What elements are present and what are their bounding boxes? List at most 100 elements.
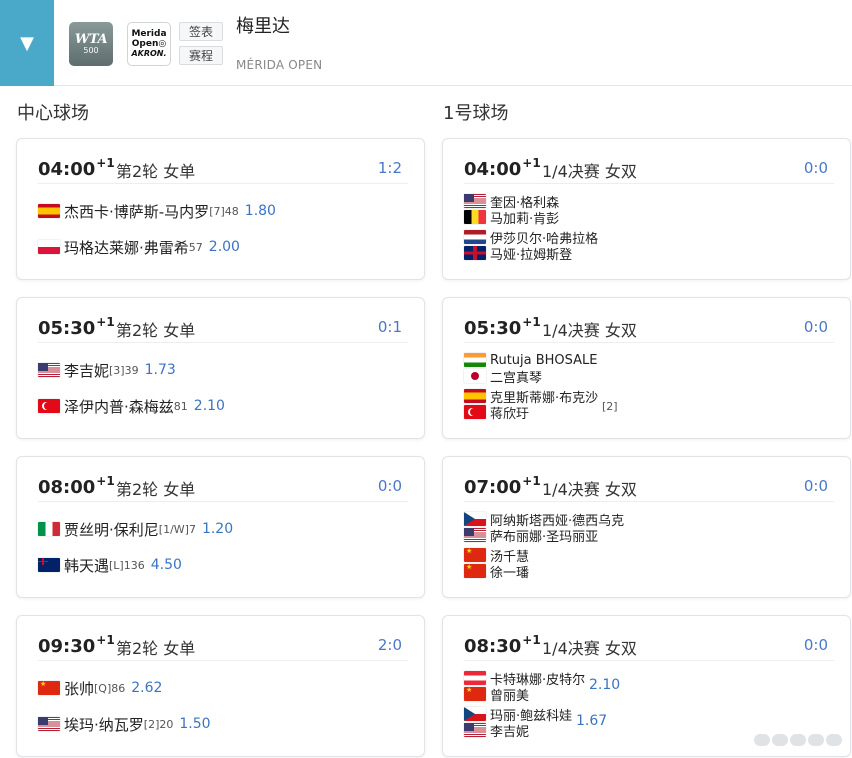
player-odds[interactable]: 4.50 — [151, 557, 182, 573]
match-score[interactable]: 0:0 — [804, 477, 828, 495]
flag-cz-icon — [464, 707, 486, 721]
team-player-row[interactable]: 曾丽美 — [464, 685, 529, 704]
player-seed: [Q] — [94, 681, 112, 695]
player-name[interactable]: 埃玛·纳瓦罗 — [64, 714, 144, 735]
player-name[interactable]: 贾丝明·保利尼 — [64, 519, 159, 540]
match-card[interactable]: 05:30+1 1/4决赛 女双 0:0 Rutuja BHOSALE 二宫真琴 克里斯蒂… — [442, 297, 851, 439]
match-score[interactable]: 0:0 — [378, 477, 402, 495]
player-row[interactable]: 杰西卡·博萨斯-马内罗 [7] 48 1.80 — [38, 201, 276, 221]
flag-cn-icon — [464, 686, 486, 701]
player-row[interactable]: 埃玛·纳瓦罗 [2] 20 1.50 — [38, 714, 211, 734]
match-score[interactable]: 0:0 — [804, 636, 828, 654]
watermark-dot — [826, 734, 842, 746]
match-card[interactable]: 08:00+1 第2轮 女单 0:0 贾丝明·保利尼 [1/W] 7 1.20 韩天遇 [L] 1… — [16, 456, 425, 598]
match-header: 04:00+1 第2轮 女单 1:2 — [38, 154, 408, 184]
player-name[interactable]: Rutuja BHOSALE — [490, 353, 598, 368]
player-row[interactable]: 张帅[Q]86 2.62 — [38, 678, 162, 698]
schedule-button[interactable]: 赛程 — [179, 46, 223, 65]
player-name[interactable]: 二宫真琴 — [490, 367, 542, 386]
collapse-toggle-icon[interactable]: ▼ — [0, 0, 54, 86]
match-time: 08:00+1 — [38, 474, 115, 498]
court-title: 中心球场 — [17, 103, 89, 124]
match-time-value: 08:30 — [464, 636, 522, 657]
court-column-center: 中心球场 04:00+1 第2轮 女单 1:2 杰西卡·博萨斯-马内罗 [7] 48 1.8… — [16, 100, 426, 757]
match-round: 第2轮 女单 — [116, 162, 196, 181]
day-offset: +1 — [522, 315, 541, 329]
player-name[interactable]: 萨布丽娜·圣玛丽亚 — [490, 526, 598, 545]
match-card[interactable]: 07:00+11/4决赛 女双0:0阿纳斯塔西娅·德西乌克萨布丽娜·圣玛丽亚汤千… — [442, 456, 851, 598]
player-odds[interactable]: 1.73 — [145, 362, 176, 378]
team-player-row[interactable]: 李吉妮 — [464, 721, 529, 740]
player-rank: 39 — [124, 363, 139, 377]
match-round: 1/4决赛 女双 — [542, 480, 637, 499]
team-player-row[interactable]: 徐一璠 — [464, 562, 529, 581]
team-player-row[interactable]: 克里斯蒂娜·布克沙 — [464, 388, 598, 406]
day-offset: +1 — [96, 156, 115, 170]
player-name[interactable]: 李吉妮 — [490, 721, 529, 740]
match-time-value: 05:30 — [38, 318, 96, 339]
player-row[interactable]: 李吉妮 [3] 39 1.73 — [38, 360, 176, 380]
match-card[interactable]: 05:30+1 第2轮 女单 0:1 李吉妮 [3] 39 1.73 泽伊内普·森梅兹 81 2.… — [16, 297, 425, 439]
player-name[interactable]: 泽伊内普·森梅兹 — [64, 396, 174, 417]
flag-be-icon — [464, 210, 486, 224]
player-name[interactable]: 徐一璠 — [490, 562, 529, 581]
player-odds[interactable]: 1.50 — [179, 716, 210, 732]
match-header: 05:30+1 第2轮 女单 0:1 — [38, 313, 408, 343]
team-player-row[interactable]: 马娅·拉姆斯登 — [464, 244, 572, 263]
match-time: 07:00+1 — [464, 474, 541, 498]
flag-nl-icon — [464, 230, 486, 244]
match-card[interactable]: 04:00+1 1/4决赛 女双 0:0 奎因·格利森 马加莉·肯彭 伊莎贝尔·哈弗拉格马… — [442, 138, 851, 280]
day-offset: +1 — [96, 633, 115, 647]
player-seed: [3] — [109, 363, 125, 377]
player-odds[interactable]: 2.62 — [131, 680, 162, 696]
draw-button[interactable]: 签表 — [179, 22, 223, 41]
match-time-value: 09:30 — [38, 636, 96, 657]
player-name[interactable]: 杰西卡·博萨斯-马内罗 — [64, 201, 209, 222]
player-odds[interactable]: 2.10 — [194, 398, 225, 414]
player-name[interactable]: 张帅 — [64, 678, 94, 699]
player-seed: [1/W] — [158, 522, 189, 536]
team-player-row[interactable]: 马加莉·肯彭 — [464, 208, 559, 227]
player-row[interactable]: 泽伊内普·森梅兹 81 2.10 — [38, 396, 225, 416]
match-score[interactable]: 2:0 — [378, 636, 402, 654]
watermark-dot — [808, 734, 824, 746]
flag-cn-icon — [464, 563, 486, 578]
wta-500-logo: WTA 500 — [69, 22, 113, 66]
match-card[interactable]: 04:00+1 第2轮 女单 1:2 杰西卡·博萨斯-马内罗 [7] 48 1.80 玛格达莱… — [16, 138, 425, 280]
player-odds[interactable]: 1.80 — [245, 203, 276, 219]
match-score[interactable]: 0:0 — [804, 159, 828, 177]
court-title: 1号球场 — [443, 103, 509, 124]
player-name[interactable]: 玛格达莱娜·弗雷希 — [64, 237, 189, 258]
player-row[interactable]: 韩天遇 [L] 136 4.50 — [38, 555, 182, 575]
player-row[interactable]: 玛格达莱娜·弗雷希 57 2.00 — [38, 237, 240, 257]
flag-jp-icon — [464, 369, 486, 383]
player-name[interactable]: 马娅·拉姆斯登 — [490, 244, 572, 263]
player-name[interactable]: 曾丽美 — [490, 685, 529, 704]
match-header: 07:00+1 1/4决赛 女双 0:0 — [464, 472, 834, 502]
team-player-row[interactable]: 二宫真琴 — [464, 367, 542, 386]
match-score[interactable]: 0:0 — [804, 318, 828, 336]
player-name[interactable]: 马加莉·肯彭 — [490, 208, 559, 227]
player-seed: [7] — [209, 204, 225, 218]
match-time-value: 04:00 — [464, 159, 522, 180]
player-row[interactable]: 贾丝明·保利尼 [1/W] 7 1.20 — [38, 519, 233, 539]
player-odds[interactable]: 2.00 — [209, 239, 240, 255]
flag-us-icon — [464, 723, 486, 737]
match-score[interactable]: 0:1 — [378, 318, 402, 336]
team-odds[interactable]: 1.67 — [576, 713, 607, 729]
match-score[interactable]: 1:2 — [378, 159, 402, 177]
match-time: 05:30+1 — [38, 315, 115, 339]
player-name[interactable]: 韩天遇 — [64, 555, 109, 576]
flag-us-icon — [38, 363, 60, 377]
team-odds[interactable]: 2.10 — [589, 677, 620, 693]
player-name[interactable]: 蒋欣玗 — [490, 403, 529, 422]
match-time: 04:00+1 — [464, 156, 541, 180]
day-offset: +1 — [96, 315, 115, 329]
player-odds[interactable]: 1.20 — [202, 521, 233, 537]
match-card[interactable]: 09:30+1第2轮 女单 2:0 张帅[Q]86 2.62 埃玛·纳瓦罗[2]20 1.… — [16, 615, 425, 757]
flag-au-icon — [38, 558, 60, 572]
team-player-row[interactable]: 萨布丽娜·圣玛丽亚 — [464, 526, 598, 545]
match-round: 第2轮 女单 — [116, 480, 196, 499]
team-player-row[interactable]: 蒋欣玗 — [464, 403, 529, 422]
player-name[interactable]: 李吉妮 — [64, 360, 109, 381]
